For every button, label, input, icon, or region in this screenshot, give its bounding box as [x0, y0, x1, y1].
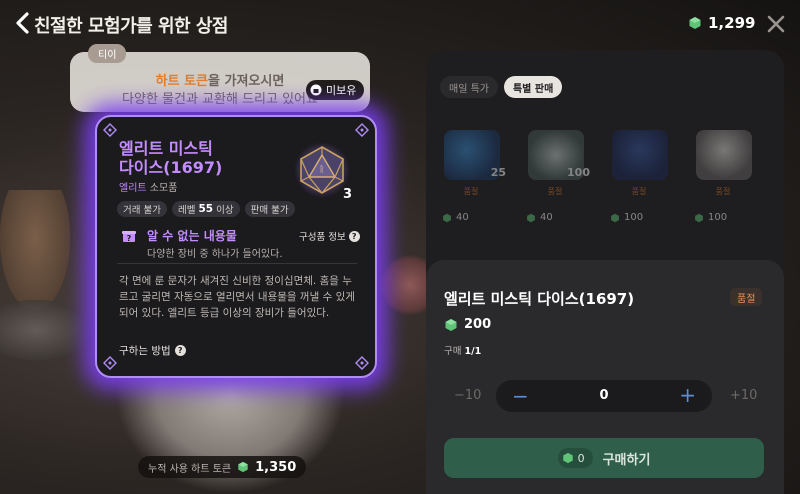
how-to-obtain-link[interactable]: 구하는 방법 ? — [119, 343, 186, 358]
total-spent-label: 누적 사용 하트 토큰 — [148, 463, 232, 475]
shop-item-price: 100 — [694, 212, 727, 223]
npc-name-tag: 티이 — [88, 44, 127, 63]
components-info-label: 구성품 정보 — [299, 232, 346, 243]
heart-token-icon — [689, 17, 701, 29]
shop-item[interactable]: 품절 100 — [688, 130, 766, 230]
item-tags: 거래 불가 레벨 55 이상 판매 불가 — [117, 201, 295, 217]
purchase-item-name: 엘리트 미스틱 다이스(1697) — [444, 290, 635, 308]
heart-token-icon — [611, 213, 619, 222]
increase-button[interactable]: + — [679, 383, 696, 407]
level-value: 55 — [198, 203, 214, 215]
contents-title: 알 수 없는 내용물 — [147, 229, 237, 243]
purchase-sheet: 엘리트 미스틱 다이스(1697) 품절 200 구매 1/1 −10 − 0 … — [426, 260, 784, 494]
heart-token-icon — [527, 213, 535, 222]
shop-item[interactable]: 품절 100 — [604, 130, 682, 230]
shop-item-price-value: 40 — [456, 212, 469, 223]
tag-sell-restricted: 판매 불가 — [244, 201, 295, 217]
bag-icon — [310, 84, 322, 96]
shop-item-quantity: 100 — [567, 166, 590, 179]
item-name-line1: 엘리트 미스틱 — [119, 139, 213, 158]
shop-item-price: 40 — [442, 212, 469, 223]
svg-text:ᚱ: ᚱ — [319, 164, 324, 175]
item-kind: 소모품 — [149, 183, 178, 194]
page-title: 친절한 모험가를 위한 상점 — [34, 16, 228, 37]
corner-ornament-icon — [355, 123, 369, 137]
help-icon: ? — [348, 230, 360, 242]
total-spent-value: 1,350 — [255, 459, 297, 475]
sold-out-badge: 품절 — [730, 288, 763, 306]
item-description: 각 면에 룬 문자가 새겨진 신비한 정이십면체. 홈을 누르고 굴리면 자동으… — [119, 275, 355, 319]
item-name-line2: 다이스(1697) — [119, 158, 223, 177]
shop-item-price: 40 — [526, 212, 553, 223]
item-grade: 엘리트 — [119, 183, 147, 194]
purchase-cost-value: 0 — [577, 451, 585, 465]
unowned-label: 미보유 — [326, 84, 357, 97]
shop-item-status: 품절 — [631, 187, 647, 196]
heart-token-icon — [238, 461, 248, 473]
item-count: 3 — [343, 187, 353, 202]
shop-item-status: 품절 — [547, 187, 563, 196]
tag-trade-restricted: 거래 불가 — [117, 201, 167, 217]
purchase-price-value: 200 — [464, 317, 492, 332]
item-name: 엘리트 미스틱 다이스(1697) — [119, 139, 269, 177]
shop-item[interactable]: 25 품절 40 — [436, 130, 514, 230]
increase-10-button[interactable]: +10 — [730, 388, 757, 403]
shop-item-status: 품절 — [463, 187, 479, 196]
purchase-limit-label: 구매 — [444, 346, 462, 357]
quantity-stepper: − 0 + — [496, 380, 712, 412]
shop-item[interactable]: 100 품절 40 — [520, 130, 598, 230]
components-info-link[interactable]: 구성품 정보 ? — [299, 229, 360, 243]
npc-dialogue-line1-rest: 을 가져오시면 — [208, 74, 285, 89]
heart-token-highlight: 하트 토큰 — [155, 74, 209, 89]
heart-token-icon — [443, 213, 451, 222]
how-to-obtain-label: 구하는 방법 — [119, 345, 171, 357]
help-icon: ? — [174, 345, 186, 356]
decrease-10-button[interactable]: −10 — [454, 388, 481, 403]
purchase-button-label: 구매하기 — [602, 452, 651, 468]
back-button[interactable] — [12, 10, 34, 36]
heart-token-icon — [445, 318, 457, 331]
svg-text:?: ? — [127, 234, 132, 243]
background-plate — [0, 300, 90, 360]
corner-ornament-icon — [103, 356, 117, 370]
item-type: 엘리트 소모품 — [119, 179, 177, 194]
close-icon — [767, 15, 785, 33]
contents-description: 다양한 장비 중 하나가 들어있다. — [147, 249, 283, 260]
shop-item-status: 품절 — [715, 187, 731, 196]
item-detail-card: 엘리트 미스틱 다이스(1697) 엘리트 소모품 ᚱ 3 거래 불가 레벨 5… — [95, 115, 377, 378]
shop-item-price: 100 — [610, 212, 643, 223]
total-spent-badge: 누적 사용 하트 토큰 1,350 — [138, 456, 307, 478]
close-button[interactable] — [763, 11, 789, 37]
corner-ornament-icon — [355, 356, 369, 370]
divider — [117, 263, 357, 264]
unowned-badge: 미보유 — [306, 80, 365, 100]
chevron-left-icon — [16, 12, 29, 34]
purchase-limit-value: 1/1 — [464, 346, 482, 357]
purchase-cost: 0 — [557, 448, 593, 468]
level-prefix: 레벨 — [177, 205, 196, 216]
shop-item-thumbnail — [696, 130, 752, 180]
tag-level-requirement: 레벨 55 이상 — [171, 201, 240, 217]
tab-daily-deals[interactable]: 매일 특가 — [440, 76, 498, 98]
top-bar: 친절한 모험가를 위한 상점 1,299 — [0, 0, 800, 48]
shop-item-quantity: 25 — [490, 166, 506, 179]
currency-display: 1,299 — [688, 14, 755, 32]
shop-item-price-value: 100 — [624, 212, 644, 223]
shop-item-thumbnail — [612, 130, 668, 180]
currency-amount: 1,299 — [708, 14, 756, 32]
heart-token-icon — [562, 452, 573, 464]
level-suffix: 이상 — [216, 205, 234, 216]
corner-ornament-icon — [103, 123, 117, 137]
tab-special-sale[interactable]: 특별 판매 — [503, 76, 563, 98]
gift-box-icon: ? — [122, 231, 136, 243]
background-vase — [0, 190, 70, 310]
purchase-limit: 구매 1/1 — [444, 343, 481, 357]
shop-tabs: 매일 특가 특별 판매 — [440, 76, 563, 98]
purchase-price: 200 — [444, 317, 491, 332]
shop-item-price-value: 100 — [708, 212, 728, 223]
purchase-button[interactable]: 0 구매하기 — [444, 438, 764, 478]
heart-token-icon — [695, 213, 703, 222]
shop-item-price-value: 40 — [540, 212, 553, 223]
